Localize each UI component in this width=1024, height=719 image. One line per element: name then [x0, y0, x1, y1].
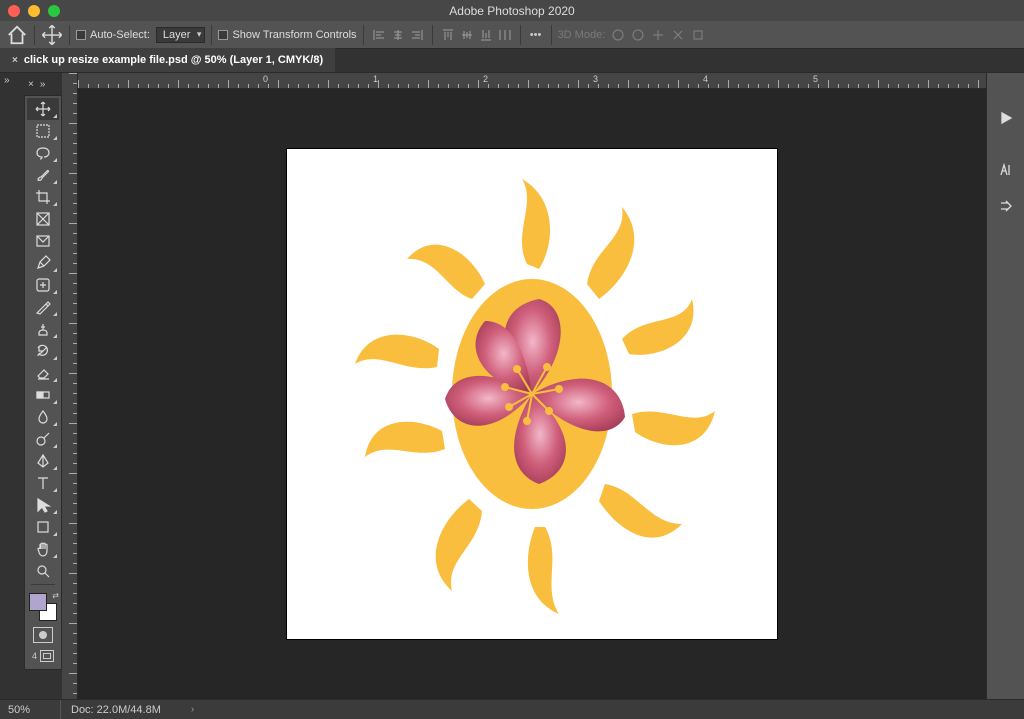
show-transform-checkbox[interactable]: Show Transform Controls [218, 29, 356, 41]
window-maximize-button[interactable] [48, 5, 60, 17]
canvas-area[interactable] [78, 89, 986, 699]
ruler-vertical[interactable] [62, 73, 78, 699]
move-tool-icon[interactable] [41, 24, 63, 46]
window-close-button[interactable] [8, 5, 20, 17]
artboard[interactable] [287, 149, 777, 639]
close-panel-icon[interactable]: × [28, 79, 34, 90]
play-action-button[interactable] [993, 105, 1019, 131]
color-swatches[interactable]: ⇄ [27, 591, 59, 623]
pen-tool[interactable] [27, 450, 59, 472]
collapse-dock-icon[interactable]: » [4, 75, 10, 86]
status-bar: 50% Doc: 22.0M/44.8M› [0, 699, 1024, 719]
clone-stamp-tool[interactable] [27, 318, 59, 340]
separator [551, 25, 552, 45]
ellipsis-icon: ••• [530, 29, 542, 41]
home-button[interactable] [6, 24, 28, 46]
more-align-button[interactable]: ••• [527, 26, 545, 44]
align-group [370, 26, 426, 44]
ruler-h-label: 3 [593, 74, 598, 84]
hand-tool[interactable] [27, 538, 59, 560]
eraser-tool[interactable] [27, 362, 59, 384]
shape-tool[interactable] [27, 516, 59, 538]
align-center-h-button[interactable] [389, 26, 407, 44]
distribute-h-button[interactable] [496, 26, 514, 44]
properties-panel-button[interactable] [993, 193, 1019, 219]
3d-slide-icon[interactable] [671, 28, 685, 42]
history-brush-tool[interactable] [27, 340, 59, 362]
frame-tool[interactable] [27, 208, 59, 230]
align-top-button[interactable] [439, 26, 457, 44]
type-tool[interactable] [27, 472, 59, 494]
glyphs-panel-button[interactable] [993, 157, 1019, 183]
pencil-tool[interactable] [27, 296, 59, 318]
align-left-button[interactable] [370, 26, 388, 44]
zoom-tool[interactable] [27, 560, 59, 582]
separator [520, 25, 521, 45]
3d-mode-label: 3D Mode: [558, 29, 606, 41]
expand-panel-icon[interactable]: » [40, 79, 46, 90]
layer-group-select[interactable]: Layer [156, 27, 206, 43]
separator [34, 25, 35, 45]
path-selection-tool[interactable] [27, 494, 59, 516]
app-title: Adobe Photoshop 2020 [449, 4, 574, 18]
envelope-tool[interactable] [27, 230, 59, 252]
window-minimize-button[interactable] [28, 5, 40, 17]
doc-size[interactable]: Doc: 22.0M/44.8M› [60, 700, 194, 719]
eyedropper-tool[interactable] [27, 252, 59, 274]
healing-brush-tool[interactable] [27, 274, 59, 296]
3d-pan-icon[interactable] [651, 28, 665, 42]
3d-scale-icon[interactable] [691, 28, 705, 42]
separator [363, 25, 364, 45]
dodge-tool[interactable] [27, 428, 59, 450]
3d-mode-icons [611, 28, 705, 42]
separator [69, 25, 70, 45]
quick-mask-button[interactable] [33, 627, 53, 643]
swap-colors-icon[interactable]: ⇄ [52, 591, 59, 600]
separator [211, 25, 212, 45]
status-menu-chevron[interactable]: › [161, 704, 194, 715]
3d-roll-icon[interactable] [631, 28, 645, 42]
screen-mode-button[interactable] [40, 650, 54, 662]
ruler-h-label: 2 [483, 74, 488, 84]
move-tool[interactable] [27, 98, 59, 120]
auto-select-label: Auto-Select: [90, 29, 150, 41]
align-bottom-button[interactable] [477, 26, 495, 44]
close-tab-icon[interactable]: × [12, 55, 18, 66]
3d-orbit-icon[interactable] [611, 28, 625, 42]
ruler-h-label: 4 [703, 74, 708, 84]
gradient-tool[interactable] [27, 384, 59, 406]
align-right-button[interactable] [408, 26, 426, 44]
foreground-color-swatch[interactable] [29, 593, 47, 611]
tools-panel-header[interactable]: × » [24, 73, 62, 95]
document-tab[interactable]: × click up resize example file.psd @ 50%… [0, 48, 335, 72]
blur-tool[interactable] [27, 406, 59, 428]
ruler-horizontal[interactable]: 012345 [78, 73, 986, 89]
zoom-level[interactable]: 50% [0, 704, 60, 716]
ruler-h-label: 0 [263, 74, 268, 84]
align-middle-button[interactable] [458, 26, 476, 44]
auto-select-checkbox[interactable]: Auto-Select: [76, 29, 150, 41]
options-bar: Auto-Select: Layer Show Transform Contro… [0, 21, 1024, 49]
crop-tool[interactable] [27, 186, 59, 208]
right-panel-dock: » [986, 73, 1024, 699]
document-tab-label: click up resize example file.psd @ 50% (… [24, 54, 323, 66]
brush-tool[interactable] [27, 164, 59, 186]
separator [432, 25, 433, 45]
marquee-tool[interactable] [27, 120, 59, 142]
layer-4-label: 4 [32, 651, 37, 661]
tools-panel: ⇄4 [24, 95, 62, 670]
distribute-group [439, 26, 514, 44]
ruler-h-label: 5 [813, 74, 818, 84]
show-transform-label: Show Transform Controls [232, 29, 356, 41]
lasso-tool[interactable] [27, 142, 59, 164]
